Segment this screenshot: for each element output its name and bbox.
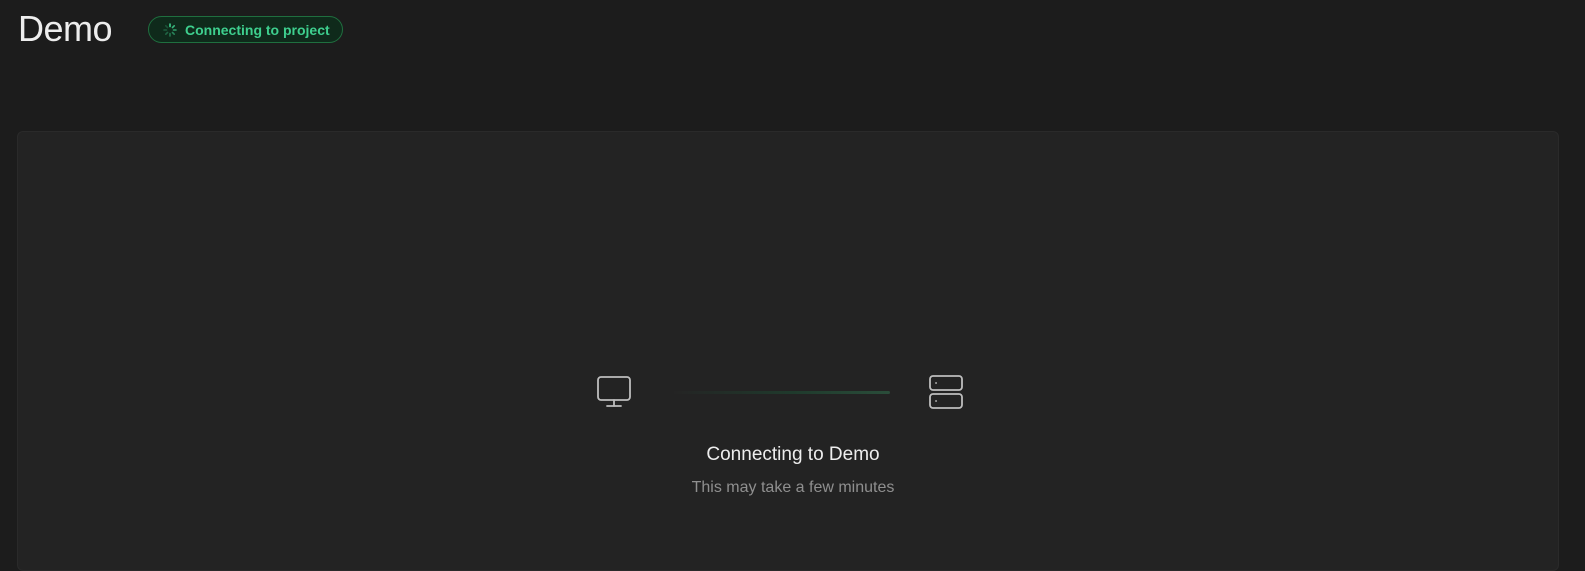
connection-progress-line [674,391,890,394]
connection-title: Connecting to Demo [706,444,880,465]
server-icon [928,374,964,410]
page-header: Demo Connecting to project [0,0,1585,60]
status-label: Connecting to project [185,21,330,38]
connection-visual [18,374,1558,414]
page-title: Demo [18,8,113,49]
monitor-icon [596,374,632,410]
connection-panel: Connecting to Demo This may take a few m… [17,131,1559,571]
status-badge: Connecting to project [148,16,343,43]
spinner-icon [163,22,177,37]
connection-subtitle: This may take a few minutes [691,479,895,496]
